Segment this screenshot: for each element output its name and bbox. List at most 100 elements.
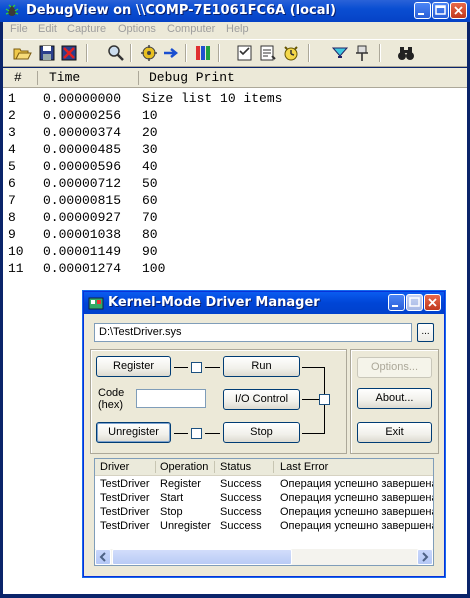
log-time: 0.00000815: [43, 193, 122, 208]
menu-bar: File Edit Capture Options Computer Help: [3, 22, 467, 39]
maximize-button[interactable]: [432, 2, 449, 19]
driver-path-input[interactable]: D:\TestDriver.sys: [94, 323, 412, 342]
scroll-left-button[interactable]: [95, 549, 111, 565]
highlight-icon[interactable]: [281, 43, 301, 63]
browse-button[interactable]: ...: [417, 323, 434, 342]
dialog-title-bar[interactable]: Kernel-Mode Driver Manager: [84, 292, 444, 314]
log-time: 0.00001274: [43, 261, 122, 276]
toolbar-separator: [185, 44, 187, 62]
unregister-status-checkbox[interactable]: [191, 428, 202, 439]
cell-last-error: Операция успешно завершена: [280, 478, 434, 490]
clear-icon[interactable]: [59, 43, 79, 63]
table-row[interactable]: TestDriver Register Success Операция успешн…: [95, 478, 434, 492]
clock-icon[interactable]: [235, 43, 255, 63]
log-print: 10: [142, 108, 158, 123]
code-label: Code: [98, 387, 125, 399]
scroll-right-button[interactable]: [417, 549, 433, 565]
exit-button[interactable]: Exit: [357, 422, 432, 443]
log-time: 0.00000000: [43, 91, 122, 106]
register-button[interactable]: Register: [96, 356, 171, 377]
cell-last-error: Операция успешно завершена: [280, 492, 434, 504]
connector-line: [302, 399, 319, 400]
title-bar[interactable]: DebugView on \\COMP-7E1061FC6A (local): [0, 0, 470, 22]
log-time: 0.00000256: [43, 108, 122, 123]
column-divider[interactable]: [273, 461, 274, 473]
cell-status: Success: [220, 520, 262, 532]
log-num: 3: [8, 125, 16, 140]
io-control-button[interactable]: I/O Control: [223, 389, 300, 410]
filter-icon[interactable]: [193, 43, 213, 63]
unregister-button[interactable]: Unregister: [96, 422, 171, 443]
column-divider[interactable]: [214, 461, 215, 473]
column-operation-header[interactable]: Operation: [160, 461, 208, 473]
pushpin-icon[interactable]: [352, 43, 372, 63]
log-time: 0.00000927: [43, 210, 122, 225]
register-status-checkbox[interactable]: [191, 362, 202, 373]
open-icon[interactable]: [12, 43, 32, 63]
cell-last-error: Операция успешно завершена: [280, 520, 434, 532]
save-icon[interactable]: [37, 43, 57, 63]
menu-edit[interactable]: Edit: [38, 23, 57, 35]
log-num: 2: [8, 108, 16, 123]
find-icon[interactable]: [106, 43, 126, 63]
menu-computer[interactable]: Computer: [167, 23, 215, 35]
column-last-error-header[interactable]: Last Error: [280, 461, 328, 473]
operations-table[interactable]: Driver Operation Status Last Error TestD…: [94, 458, 434, 566]
column-driver-header[interactable]: Driver: [100, 461, 129, 473]
pin-icon[interactable]: [330, 43, 350, 63]
log-num: 10: [8, 244, 24, 259]
chevron-right-icon: [422, 552, 429, 562]
cell-last-error: Операция успешно завершена: [280, 506, 434, 518]
dialog-close-button[interactable]: [424, 294, 441, 311]
menu-file[interactable]: File: [10, 23, 28, 35]
log-time: 0.00000374: [43, 125, 122, 140]
log-num: 1: [8, 91, 16, 106]
menu-capture[interactable]: Capture: [67, 23, 106, 35]
close-icon: [454, 6, 463, 15]
horizontal-scrollbar[interactable]: [95, 549, 433, 565]
column-debug-print-header[interactable]: Debug Print: [149, 70, 235, 85]
binoculars-icon[interactable]: [396, 43, 416, 63]
log-header: # Time Debug Print: [3, 68, 467, 88]
table-row[interactable]: TestDriver Start Success Операция успешно з…: [95, 492, 434, 506]
column-divider[interactable]: [37, 71, 38, 85]
cell-driver: TestDriver: [100, 520, 150, 532]
cell-operation: Stop: [160, 506, 183, 518]
dialog-minimize-button[interactable]: [388, 294, 405, 311]
maximize-icon: [435, 5, 446, 15]
log-time: 0.00001038: [43, 227, 122, 242]
scroll-thumb[interactable]: [112, 549, 292, 565]
run-status-checkbox[interactable]: [319, 394, 330, 405]
toolbar-separator: [130, 44, 132, 62]
log-num: 6: [8, 176, 16, 191]
log-num: 7: [8, 193, 16, 208]
stop-button[interactable]: Stop: [223, 422, 300, 443]
code-hex-input[interactable]: [136, 389, 206, 408]
close-button[interactable]: [450, 2, 467, 19]
log-print: 80: [142, 227, 158, 242]
log-num: 5: [8, 159, 16, 174]
log-num: 8: [8, 210, 16, 225]
timer-icon[interactable]: [258, 43, 278, 63]
menu-options[interactable]: Options: [118, 23, 156, 35]
log-print: 50: [142, 176, 158, 191]
table-row[interactable]: TestDriver Stop Success Операция успешно за…: [95, 506, 434, 520]
table-row[interactable]: TestDriver Unregister Success Операция успе…: [95, 520, 434, 534]
cell-operation: Start: [160, 492, 184, 504]
log-print: 20: [142, 125, 158, 140]
capture-icon[interactable]: [139, 43, 159, 63]
log-num: 9: [8, 227, 16, 242]
run-button[interactable]: Run: [223, 356, 300, 377]
toolbar-separator: [379, 44, 381, 62]
column-divider[interactable]: [155, 461, 156, 473]
minimize-button[interactable]: [414, 2, 431, 19]
cell-status: Success: [220, 492, 262, 504]
about-button[interactable]: About...: [357, 388, 432, 409]
cell-status: Success: [220, 506, 262, 518]
column-divider[interactable]: [138, 71, 139, 85]
column-status-header[interactable]: Status: [220, 461, 251, 473]
column-time-header[interactable]: Time: [49, 70, 80, 85]
autoscroll-icon[interactable]: [161, 43, 181, 63]
menu-help[interactable]: Help: [226, 23, 249, 35]
column-number-header[interactable]: #: [14, 70, 22, 85]
